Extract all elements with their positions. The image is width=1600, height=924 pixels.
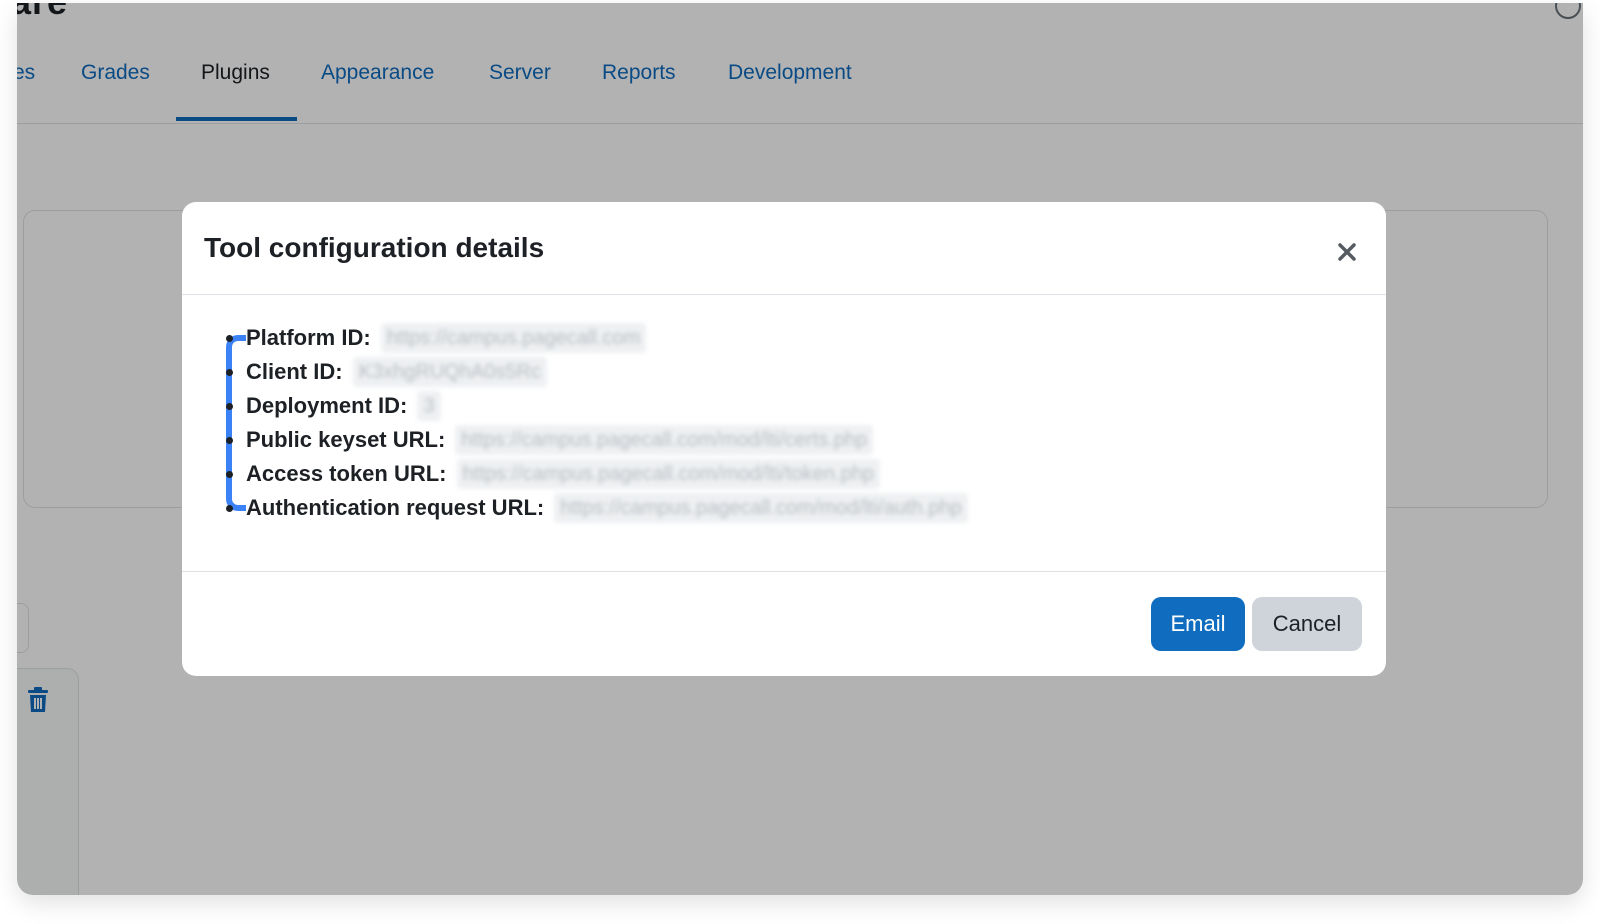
detail-deployment-id: Deployment ID: 3 <box>226 389 968 423</box>
detail-label: Deployment ID: <box>246 393 408 418</box>
detail-label: Public keyset URL: <box>246 427 446 452</box>
cancel-button[interactable]: Cancel <box>1252 597 1362 651</box>
modal-title: Tool configuration details <box>204 232 545 263</box>
detail-label: Authentication request URL: <box>246 495 545 520</box>
tool-configuration-modal: Tool configuration details Platform ID: … <box>182 202 1386 676</box>
config-details-list: Platform ID: https://campus.pagecall.com… <box>226 321 968 525</box>
bullet <box>226 437 233 444</box>
detail-access-token-url: Access token URL: https://campus.pagecal… <box>226 457 968 491</box>
detail-value: K3xhgRUQhA0s5Rc <box>352 357 547 387</box>
detail-value: https://campus.pagecall.com/mod/lti/auth… <box>554 493 968 523</box>
modal-header: Tool configuration details <box>182 202 1386 295</box>
bullet <box>226 369 233 376</box>
browser-window: are es Grades Plugins Appearance Server … <box>17 3 1583 895</box>
detail-value: https://campus.pagecall.com/mod/lti/toke… <box>456 459 880 489</box>
email-button[interactable]: Email <box>1151 597 1245 651</box>
highlight-annotation <box>226 335 246 511</box>
detail-auth-request-url: Authentication request URL: https://camp… <box>226 491 968 525</box>
close-button[interactable] <box>1330 235 1364 269</box>
detail-public-keyset-url: Public keyset URL: https://campus.pageca… <box>226 423 968 457</box>
detail-value: 3 <box>417 391 441 421</box>
bullet <box>226 335 233 342</box>
detail-label: Client ID: <box>246 359 343 384</box>
detail-label: Access token URL: <box>246 461 447 486</box>
detail-value: https://campus.pagecall.com/mod/lti/cert… <box>455 425 874 455</box>
bullet <box>226 403 233 410</box>
detail-label: Platform ID: <box>246 325 371 350</box>
detail-client-id: Client ID: K3xhgRUQhA0s5Rc <box>226 355 968 389</box>
close-icon <box>1338 243 1356 261</box>
detail-platform-id: Platform ID: https://campus.pagecall.com <box>226 321 968 355</box>
modal-footer: Email Cancel <box>182 571 1386 676</box>
bullet <box>226 505 233 512</box>
bullet <box>226 471 233 478</box>
modal-body: Platform ID: https://campus.pagecall.com… <box>182 295 1386 571</box>
detail-value: https://campus.pagecall.com <box>380 323 647 353</box>
